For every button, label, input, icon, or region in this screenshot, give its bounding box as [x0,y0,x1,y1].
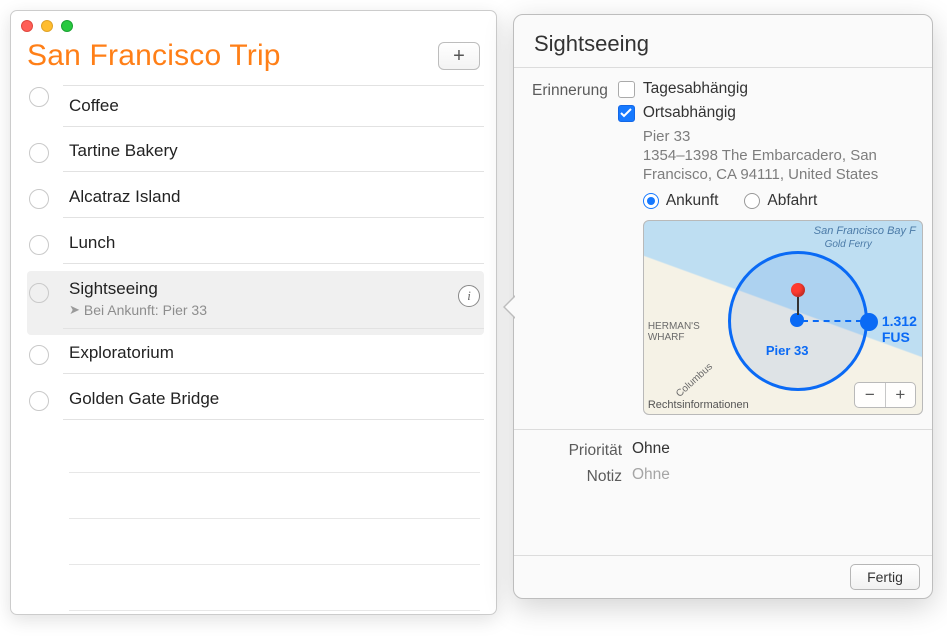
arrival-label: Ankunft [666,192,719,210]
reminder-row[interactable]: Coffee [27,77,484,133]
map-text: Gold Ferry [825,239,872,250]
location-address: Pier 33 1354–1398 The Embarcadero, San F… [643,128,923,184]
map-zoom-out-button[interactable]: − [855,383,885,407]
reminder-row[interactable]: Alcatraz Island [27,179,484,225]
priority-label: Priorität [532,440,632,460]
location-based-label: Ortsabhängig [643,104,736,122]
reminder-row[interactable]: Lunch [27,225,484,271]
geofence-radius-handle[interactable] [860,313,878,331]
reminder-title[interactable]: Lunch [69,233,480,253]
departure-radio-row[interactable]: Abfahrt [744,192,817,210]
priority-value[interactable]: Ohne [632,440,914,460]
completion-toggle[interactable] [29,391,49,411]
reminder-title[interactable]: Exploratorium [69,343,480,363]
completion-toggle[interactable] [29,143,49,163]
map-text: San Francisco Bay F [814,225,916,237]
reminder-detail-popover: Sightseeing Erinnerung Tagesabhängig Ort… [513,14,933,599]
completion-toggle[interactable] [29,283,49,303]
geofence-radius-line [802,320,862,322]
reminder-title[interactable]: Sightseeing [69,279,480,299]
reminder-list: Coffee Tartine Bakery Alcatraz Island Lu… [11,77,496,611]
map-legal-link[interactable]: Rechtsinformationen [648,399,749,411]
location-street: 1354–1398 The Embarcadero, San Francisco… [643,147,923,185]
done-button[interactable]: Fertig [850,564,920,590]
completion-toggle[interactable] [29,189,49,209]
zoom-window-button[interactable] [61,20,73,32]
completion-toggle[interactable] [29,345,49,365]
date-based-label: Tagesabhängig [643,80,748,98]
reminder-title[interactable]: Golden Gate Bridge [69,389,480,409]
geofence-radius-label: 1.312 FUS [882,313,922,345]
close-window-button[interactable] [21,20,33,32]
map-text: Columbus [674,362,715,400]
date-based-checkbox-row[interactable]: Tagesabhängig [618,80,923,98]
info-button[interactable]: i [458,285,480,307]
reminder-subtitle-value: Pier 33 [163,302,207,318]
reminder-title[interactable]: Coffee [69,96,480,116]
empty-row [69,473,480,519]
geofence-center-dot [790,313,804,327]
location-name: Pier 33 [643,128,923,147]
map-zoom-in-button[interactable]: + [885,383,915,407]
minimize-window-button[interactable] [41,20,53,32]
reminder-section-label: Erinnerung [532,80,618,415]
note-field[interactable]: Ohne [632,466,914,486]
map-poi-label: Pier 33 [766,343,809,358]
date-based-checkbox[interactable] [618,81,635,98]
empty-row [69,519,480,565]
reminder-title[interactable]: Alcatraz Island [69,187,480,207]
map-zoom-controls: − + [854,382,916,408]
list-title: San Francisco Trip [27,39,281,73]
map-pin-icon [791,283,805,315]
location-based-checkbox[interactable] [618,105,635,122]
window-controls [21,20,73,32]
reminder-row[interactable]: Tartine Bakery [27,133,484,179]
reminders-window: San Francisco Trip + Coffee Tartine Bake… [10,10,497,615]
reminder-title[interactable]: Tartine Bakery [69,141,480,161]
departure-radio[interactable] [744,193,760,209]
empty-row [69,565,480,611]
reminder-row[interactable]: Exploratorium [27,335,484,381]
reminder-subtitle: ➤ Bei Ankunft: Pier 33 [69,302,480,318]
arrival-radio-row[interactable]: Ankunft [643,192,719,210]
detail-title[interactable]: Sightseeing [514,15,932,68]
location-icon: ➤ [69,302,80,318]
reminder-subtitle-prefix: Bei Ankunft: [84,302,159,318]
departure-label: Abfahrt [767,192,817,210]
map-text: HERMAN'S WHARF [648,321,700,343]
location-based-checkbox-row[interactable]: Ortsabhängig [618,104,923,122]
empty-row [69,427,480,473]
completion-toggle[interactable] [29,87,49,107]
reminder-row[interactable]: Golden Gate Bridge [27,381,484,427]
note-label: Notiz [532,466,632,486]
add-reminder-button[interactable]: + [438,42,480,70]
reminder-row-selected[interactable]: Sightseeing ➤ Bei Ankunft: Pier 33 i [27,271,484,335]
arrival-radio[interactable] [643,193,659,209]
section-separator [514,429,932,430]
completion-toggle[interactable] [29,235,49,255]
location-map[interactable]: San Francisco Bay F Gold Ferry HERMAN'S … [643,220,923,415]
